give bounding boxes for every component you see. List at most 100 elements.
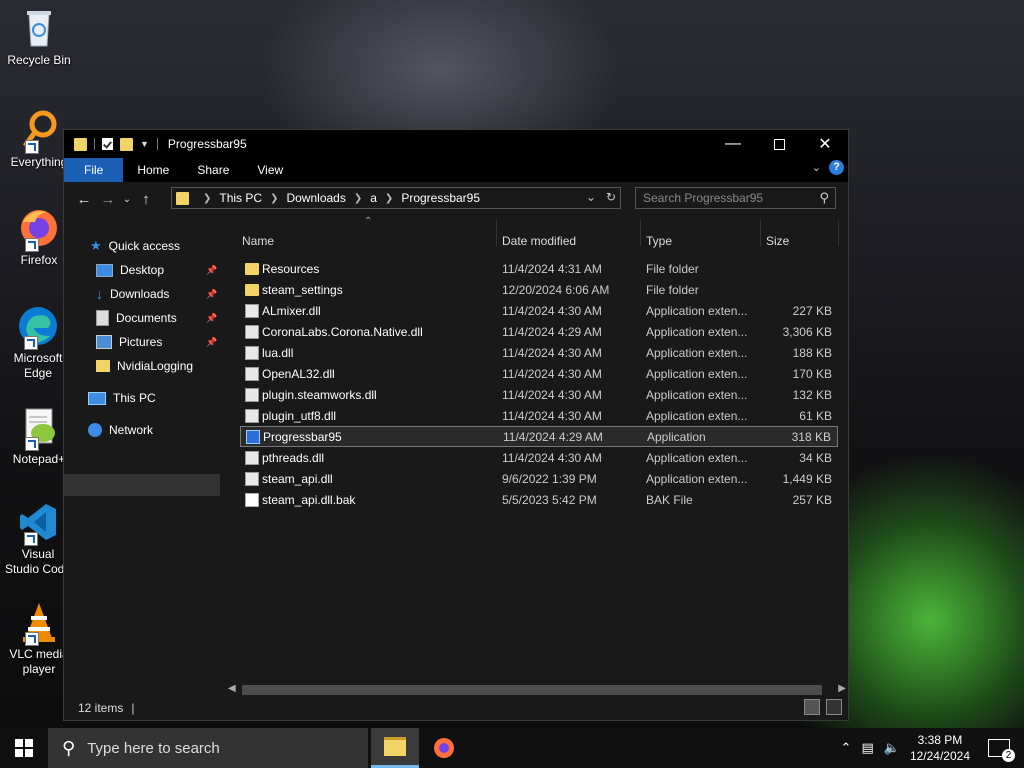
taskbar-file-explorer[interactable] <box>371 728 419 768</box>
show-hidden-icons-icon[interactable]: ⌃ <box>841 740 852 756</box>
maximize-button[interactable] <box>756 130 802 158</box>
file-row[interactable]: OpenAL32.dll 11/4/2024 4:30 AM Application… <box>240 363 838 384</box>
column-header-date[interactable]: Date modified <box>502 226 576 256</box>
file-row[interactable]: plugin_utf8.dll 11/4/2024 4:30 AM Applicat… <box>240 405 838 426</box>
tab-share[interactable]: Share <box>183 158 243 182</box>
file-row[interactable]: ALmixer.dll 11/4/2024 4:30 AM Application … <box>240 300 838 321</box>
firefox-icon <box>17 206 61 252</box>
pin-icon[interactable]: 📌 <box>206 337 217 348</box>
minimize-button[interactable]: — <box>710 130 756 158</box>
tab-view[interactable]: View <box>243 158 297 182</box>
search-icon[interactable]: ⚲ <box>819 190 829 206</box>
pin-icon[interactable]: 📌 <box>206 265 217 276</box>
file-type: Application exten... <box>646 303 748 318</box>
large-icons-view-button[interactable] <box>826 699 842 715</box>
taskbar-search-box[interactable]: ⚲ Type here to search <box>48 728 368 768</box>
clock[interactable]: 3:38 PM 12/24/2024 <box>910 732 970 764</box>
file-row[interactable]: pthreads.dll 11/4/2024 4:30 AM Application… <box>240 447 838 468</box>
file-type: File folder <box>646 261 699 276</box>
file-type: Application exten... <box>646 387 748 402</box>
desktop-icon-edge[interactable]: Microsoft Edge <box>4 304 72 381</box>
refresh-icon[interactable]: ↻ <box>606 190 616 204</box>
nav-quick-access[interactable]: ★ Quick access <box>90 236 180 256</box>
start-button[interactable] <box>0 728 48 768</box>
file-row[interactable]: lua.dll 11/4/2024 4:30 AM Application exte… <box>240 342 838 363</box>
address-dropdown-icon[interactable]: ⌄ <box>586 190 596 204</box>
column-header-type[interactable]: Type <box>646 226 672 256</box>
new-folder-icon[interactable] <box>120 137 133 151</box>
nav-downloads[interactable]: ↓ Downloads 📌 <box>96 284 217 304</box>
desktop-icon <box>96 263 113 277</box>
shortcut-arrow-icon <box>24 532 38 546</box>
title-bar[interactable]: ▼ Progressbar95 — ✕ <box>64 130 848 158</box>
desktop-icon-label: Visual Studio Code <box>4 547 72 576</box>
breadcrumb-chevron-icon[interactable]: ❯ <box>385 193 393 204</box>
help-icon[interactable]: ? <box>829 160 844 175</box>
column-divider[interactable] <box>760 220 761 246</box>
nav-label: Documents <box>116 311 177 325</box>
scroll-right-icon[interactable]: ▶ <box>838 683 846 694</box>
network-status-icon[interactable]: ▤ <box>861 740 873 756</box>
back-arrow-icon[interactable]: ← <box>72 191 96 208</box>
taskbar-firefox[interactable] <box>420 728 468 768</box>
tab-file[interactable]: File <box>64 158 124 182</box>
nav-network[interactable]: Network <box>88 420 153 440</box>
toolbar-divider <box>94 138 95 150</box>
nav-pictures[interactable]: Pictures 📌 <box>96 332 217 352</box>
column-header-name[interactable]: Name <box>242 226 274 256</box>
breadcrumb-chevron-icon[interactable]: ❯ <box>354 193 362 204</box>
scroll-left-icon[interactable]: ◀ <box>228 683 236 694</box>
desktop-icon-vscode[interactable]: Visual Studio Code <box>4 500 72 577</box>
breadcrumb-progressbar95[interactable]: Progressbar95 <box>401 191 480 205</box>
pin-icon[interactable]: 📌 <box>206 313 217 324</box>
file-name: Resources <box>262 261 320 276</box>
column-divider[interactable] <box>838 220 839 246</box>
nav-desktop[interactable]: Desktop 📌 <box>96 260 217 280</box>
file-row[interactable]: steam_api.dll.bak 5/5/2023 5:42 PM BAK Fil… <box>240 489 838 510</box>
breadcrumb-downloads[interactable]: Downloads <box>286 191 345 205</box>
file-name: CoronaLabs.Corona.Native.dll <box>262 324 423 339</box>
volume-muted-icon[interactable]: 🔈 <box>884 740 900 756</box>
notification-center-icon[interactable]: 2 <box>988 739 1015 762</box>
search-input[interactable]: Search Progressbar95 ⚲ <box>635 187 836 209</box>
nav-nvidialogging[interactable]: NvidiaLogging <box>96 356 193 376</box>
title-divider <box>156 138 158 150</box>
up-arrow-icon[interactable]: ↑ <box>134 191 158 208</box>
file-row[interactable]: CoronaLabs.Corona.Native.dll 11/4/2024 4:… <box>240 321 838 342</box>
file-size: 318 KB <box>791 429 831 444</box>
file-row[interactable]: plugin.steamworks.dll 11/4/2024 4:30 AM Ap… <box>240 384 838 405</box>
file-row[interactable]: steam_settings 12/20/2024 6:06 AM File fol… <box>240 279 838 300</box>
properties-icon[interactable] <box>102 138 113 150</box>
recent-locations-icon[interactable]: ⌄ <box>120 194 134 205</box>
file-row[interactable]: steam_api.dll 9/6/2022 1:39 PM Application… <box>240 468 838 489</box>
file-type: Application exten... <box>646 366 748 381</box>
shortcut-arrow-icon <box>25 238 39 252</box>
nav-label: Pictures <box>119 335 163 349</box>
column-header-size[interactable]: Size <box>766 226 789 256</box>
breadcrumb-chevron-icon[interactable]: ❯ <box>203 193 211 204</box>
everything-icon <box>17 108 61 154</box>
nav-this-pc[interactable]: This PC <box>88 388 156 408</box>
customize-toolbar-icon[interactable]: ▼ <box>140 139 149 149</box>
breadcrumb-chevron-icon[interactable]: ❯ <box>270 193 278 204</box>
breadcrumb-this-pc[interactable]: This PC <box>219 191 262 205</box>
recycle-bin-icon <box>17 6 61 50</box>
desktop-icon-recycle-bin[interactable]: Recycle Bin <box>4 6 74 68</box>
address-row: ← → ⌄ ↑ ❯ This PC ❯ Downloads ❯ a ❯ Prog… <box>64 182 848 216</box>
expand-ribbon-icon[interactable]: ⌄ <box>812 161 821 174</box>
nav-documents[interactable]: Documents 📌 <box>96 308 217 328</box>
details-view-button[interactable] <box>804 699 820 715</box>
file-row[interactable]: Progressbar95 11/4/2024 4:29 AM Applicatio… <box>240 426 838 447</box>
address-bar[interactable]: ❯ This PC ❯ Downloads ❯ a ❯ Progressbar9… <box>171 187 621 209</box>
pin-icon[interactable]: 📌 <box>206 289 217 300</box>
forward-arrow-icon[interactable]: → <box>96 191 120 208</box>
file-date: 11/4/2024 4:30 AM <box>502 345 602 360</box>
close-button[interactable]: ✕ <box>802 130 848 158</box>
notification-count-badge: 2 <box>1002 749 1015 762</box>
column-divider[interactable] <box>496 220 497 246</box>
file-row[interactable]: Resources 11/4/2024 4:31 AM File folder <box>240 258 838 279</box>
column-divider[interactable] <box>640 220 641 246</box>
tab-home[interactable]: Home <box>123 158 183 182</box>
breadcrumb-a[interactable]: a <box>370 191 377 205</box>
scrollbar-thumb[interactable] <box>242 685 822 695</box>
